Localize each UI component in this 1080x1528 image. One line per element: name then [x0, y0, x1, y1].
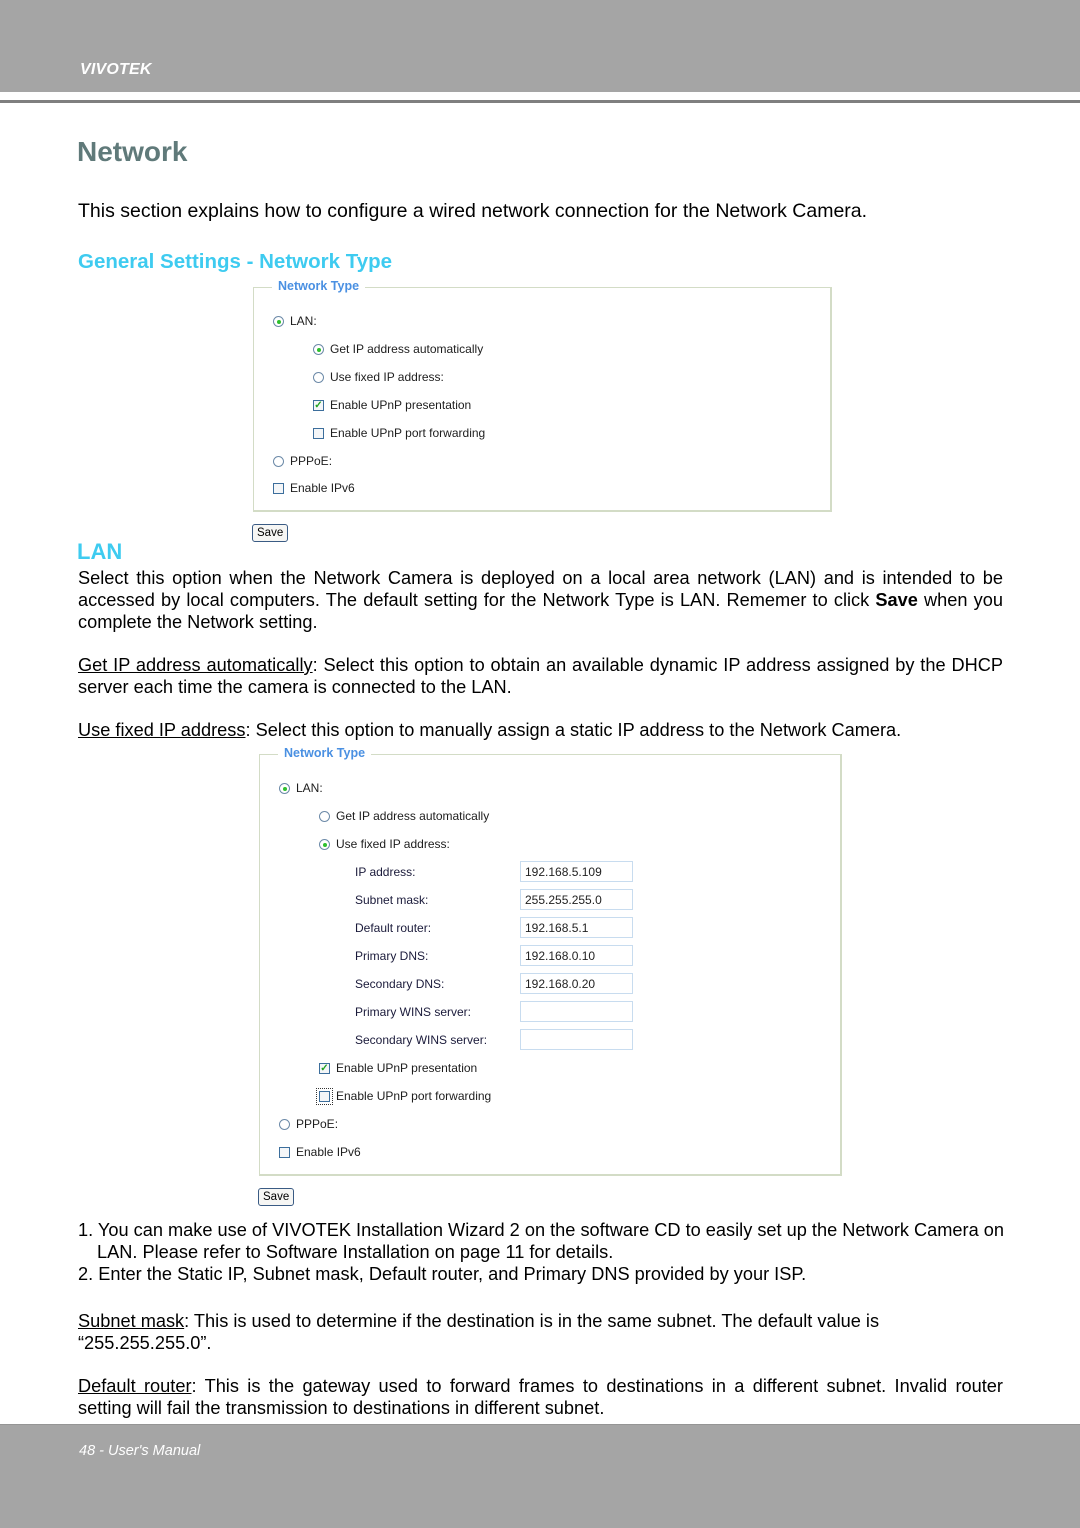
get-ip-auto-radio[interactable] — [319, 810, 330, 822]
lan-description-text: Select this option when the Network Came… — [78, 568, 1003, 610]
section-subheading: General Settings - Network Type — [78, 250, 393, 273]
use-fixed-ip-description: Use fixed IP address: Select this option… — [78, 719, 1003, 741]
default-router-input[interactable] — [520, 917, 633, 938]
ip-address-label: IP address: — [355, 865, 416, 879]
use-fixed-ip-label: Use fixed IP address: — [336, 837, 450, 851]
upnp-presentation-label: Enable UPnP presentation — [336, 1061, 478, 1075]
lan-radio-label: LAN: — [290, 314, 317, 328]
lan-radio-label: LAN: — [296, 781, 323, 795]
lan-radio[interactable] — [273, 315, 284, 327]
network-type-panel-fixed: Network Type LAN: Get IP address automat… — [259, 746, 842, 1176]
list-item: 2. Enter the Static IP, Subnet mask, Def… — [78, 1264, 807, 1284]
upnp-port-forwarding-checkbox[interactable] — [313, 427, 324, 439]
use-fixed-ip-text: : Select this option to manually assign … — [245, 720, 902, 740]
secondary-wins-label: Secondary WINS server: — [355, 1033, 488, 1047]
pppoe-row[interactable]: PPPoE: — [279, 1117, 338, 1131]
pppoe-label: PPPoE: — [296, 1117, 339, 1131]
save-button[interactable]: Save — [258, 1188, 295, 1206]
header-divider — [0, 100, 1080, 103]
subnet-mask-label: Subnet mask: — [355, 893, 429, 907]
lan-description: Select this option when the Network Came… — [78, 567, 1003, 633]
use-fixed-ip-label: Use fixed IP address: — [330, 370, 444, 384]
get-ip-auto-radio[interactable] — [313, 343, 324, 355]
default-router-label: Default router: — [355, 921, 432, 935]
secondary-dns-input[interactable] — [520, 973, 633, 994]
page-header-band: VIVOTEK — [0, 0, 1080, 92]
get-ip-auto-row[interactable]: Get IP address automatically — [319, 809, 489, 823]
get-ip-auto-label: Get IP address automatically — [336, 809, 490, 823]
ipv6-row[interactable]: Enable IPv6 — [273, 481, 355, 495]
upnp-presentation-row[interactable]: ✓ Enable UPnP presentation — [313, 398, 471, 412]
secondary-dns-label: Secondary DNS: — [355, 977, 445, 991]
default-router-description: Default router: This is the gateway used… — [78, 1375, 1003, 1419]
use-fixed-ip-radio[interactable] — [313, 371, 324, 383]
upnp-presentation-checkbox[interactable]: ✓ — [313, 399, 324, 411]
primary-dns-label: Primary DNS: — [355, 949, 429, 963]
panel-legend: Network Type — [278, 746, 372, 760]
subnet-mask-term: Subnet mask — [78, 1311, 185, 1331]
upnp-port-forwarding-row[interactable]: Enable UPnP port forwarding — [316, 1087, 492, 1105]
ipv6-label: Enable IPv6 — [290, 481, 355, 495]
network-type-panel-auto: Network Type LAN: Get IP address automat… — [253, 279, 832, 512]
save-button[interactable]: Save — [252, 524, 289, 542]
get-ip-auto-description: Get IP address automatically: Select thi… — [78, 654, 1003, 698]
pppoe-radio[interactable] — [279, 1118, 290, 1130]
use-fixed-ip-radio[interactable] — [319, 838, 330, 850]
subnet-mask-description: Subnet mask: This is used to determine i… — [78, 1310, 978, 1354]
primary-wins-label: Primary WINS server: — [355, 1005, 472, 1019]
page-title: Network — [77, 136, 188, 167]
upnp-port-forwarding-checkbox[interactable] — [316, 1087, 333, 1105]
upnp-presentation-row[interactable]: ✓ Enable UPnP presentation — [319, 1061, 477, 1075]
save-emphasis: Save — [875, 590, 918, 610]
ipv6-row[interactable]: Enable IPv6 — [279, 1145, 361, 1159]
get-ip-auto-label: Get IP address automatically — [330, 342, 484, 356]
get-ip-auto-term: Get IP address automatically — [78, 655, 313, 675]
primary-dns-input[interactable] — [520, 945, 633, 966]
ipv6-label: Enable IPv6 — [296, 1145, 361, 1159]
subnet-mask-input[interactable] — [520, 889, 633, 910]
lan-radio[interactable] — [279, 782, 290, 794]
page-footer-band — [0, 1424, 1080, 1528]
upnp-presentation-label: Enable UPnP presentation — [330, 398, 472, 412]
primary-wins-input[interactable] — [520, 1001, 633, 1022]
pppoe-row[interactable]: PPPoE: — [273, 454, 332, 468]
use-fixed-ip-row[interactable]: Use fixed IP address: — [313, 370, 444, 384]
steps-list: 1. You can make use of VIVOTEK Installat… — [78, 1219, 1008, 1285]
upnp-port-forwarding-label: Enable UPnP port forwarding — [330, 426, 486, 440]
list-item: 1. You can make use of VIVOTEK Installat… — [78, 1220, 1004, 1262]
lan-heading: LAN — [77, 539, 123, 564]
pppoe-label: PPPoE: — [290, 454, 333, 468]
ipv6-checkbox[interactable] — [279, 1146, 290, 1158]
use-fixed-ip-row[interactable]: Use fixed IP address: — [319, 837, 450, 851]
lan-radio-row[interactable]: LAN: — [273, 314, 317, 328]
page-number-footer: 48 - User's Manual — [79, 1443, 201, 1459]
ip-address-input[interactable] — [520, 861, 633, 882]
default-router-term: Default router — [78, 1376, 192, 1396]
use-fixed-ip-term: Use fixed IP address — [78, 720, 246, 740]
upnp-port-forwarding-label: Enable UPnP port forwarding — [336, 1089, 492, 1103]
upnp-presentation-checkbox[interactable]: ✓ — [319, 1062, 330, 1074]
panel-legend: Network Type — [272, 279, 366, 293]
default-router-text: : This is the gateway used to forward fr… — [78, 1376, 1003, 1418]
subnet-mask-text: : This is used to determine if the desti… — [78, 1311, 880, 1353]
pppoe-radio[interactable] — [273, 455, 284, 467]
ipv6-checkbox[interactable] — [273, 482, 284, 494]
lan-radio-row[interactable]: LAN: — [279, 781, 323, 795]
secondary-wins-input[interactable] — [520, 1029, 633, 1050]
get-ip-auto-row[interactable]: Get IP address automatically — [313, 342, 483, 356]
upnp-port-forwarding-row[interactable]: Enable UPnP port forwarding — [313, 426, 485, 440]
intro-text: This section explains how to configure a… — [78, 200, 868, 222]
brand-logo-text: VIVOTEK — [80, 61, 152, 78]
